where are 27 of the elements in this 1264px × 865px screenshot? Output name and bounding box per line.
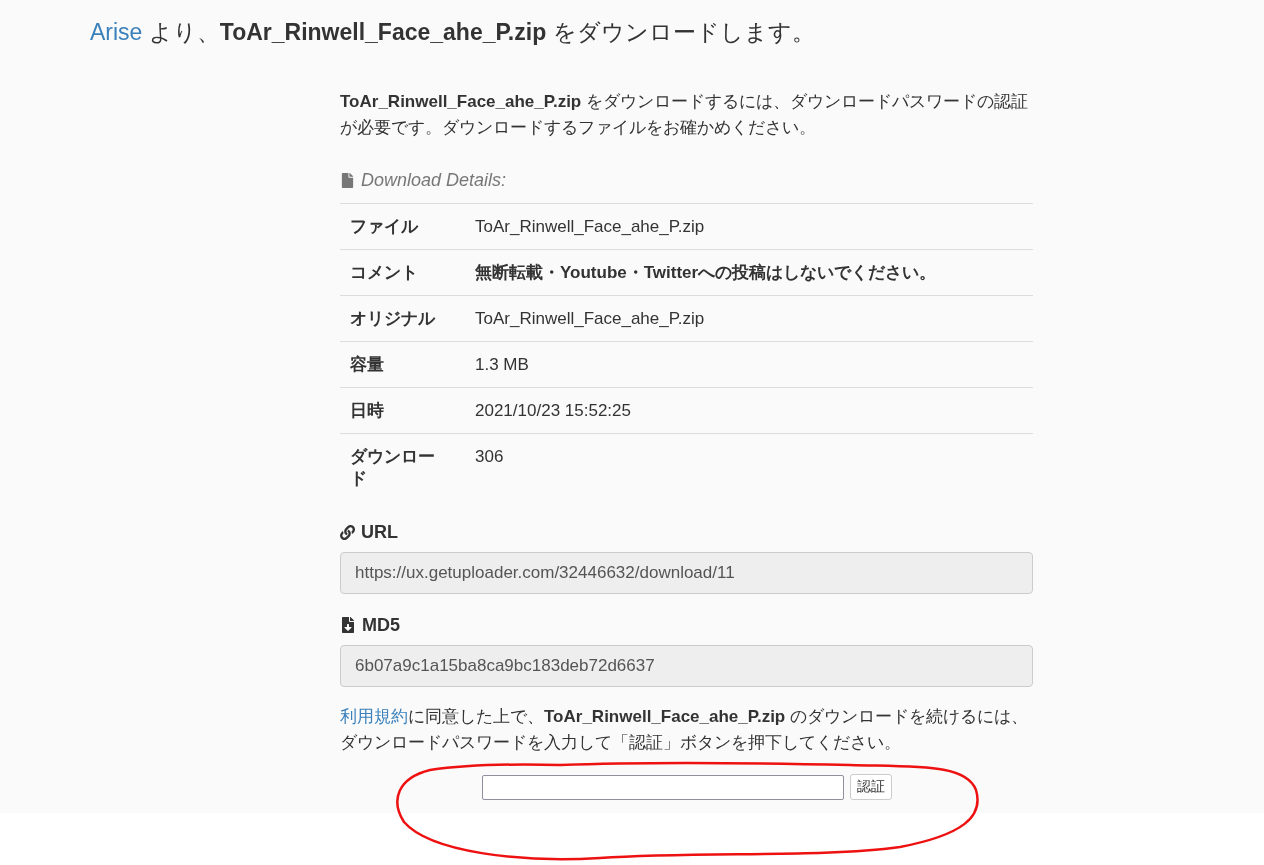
link-icon <box>340 524 355 540</box>
file-icon <box>340 172 355 188</box>
detail-value: 2021/10/23 15:52:25 <box>465 387 1033 434</box>
comment-text: 無断転載・Youtube・Twitterへの投稿はしないでください。 <box>465 249 1033 296</box>
page-heading: Arise より、ToAr_Rinwell_Face_ahe_P.zip をダウンロードします。 <box>90 18 815 47</box>
url-field[interactable]: https://ux.getuploader.com/32446632/download/11 <box>340 552 1033 594</box>
field-label: MD5 <box>362 614 400 636</box>
detail-label: 容量 <box>340 341 465 388</box>
field-label: URL <box>361 521 398 543</box>
detail-label: コメント <box>340 249 465 296</box>
password-field[interactable] <box>481 774 844 800</box>
detail-label: ダウンロード <box>340 433 465 501</box>
intro-paragraph: ToAr_Rinwell_Face_ahe_P.zip をダウンロードするには、ダウンロードパスワードの認証が必要です。ダウンロードするファイルをお確かめください。 <box>340 91 1029 139</box>
uploader-link[interactable]: Arise <box>90 19 143 45</box>
detail-value: ToAr_Rinwell_Face_ahe_P.zip <box>465 203 1033 250</box>
detail-label: ファイル <box>340 203 465 250</box>
detail-label: 日時 <box>340 387 465 434</box>
detail-value: 1.3 MB <box>465 341 1033 388</box>
auth-button[interactable]: 認証 <box>849 774 892 800</box>
terms-link[interactable]: 利用規約 <box>340 707 408 726</box>
detail-value: 306 <box>465 433 1033 501</box>
md5-field[interactable]: 6b07a9c1a15ba8ca9bc183deb72d6637 <box>340 645 1033 687</box>
detail-label: オリジナル <box>340 295 465 342</box>
detail-value: ToAr_Rinwell_Face_ahe_P.zip <box>465 295 1033 342</box>
details-title: Download Details: <box>361 169 507 191</box>
file-download-icon <box>340 617 356 633</box>
terms-paragraph: 利用規約に同意した上で、ToAr_Rinwell_Face_ahe_P.zip のダウンロードを続けるには、ダウンロードパスワードを入力して「認証」ボタンを押下してください。 <box>340 706 1029 754</box>
